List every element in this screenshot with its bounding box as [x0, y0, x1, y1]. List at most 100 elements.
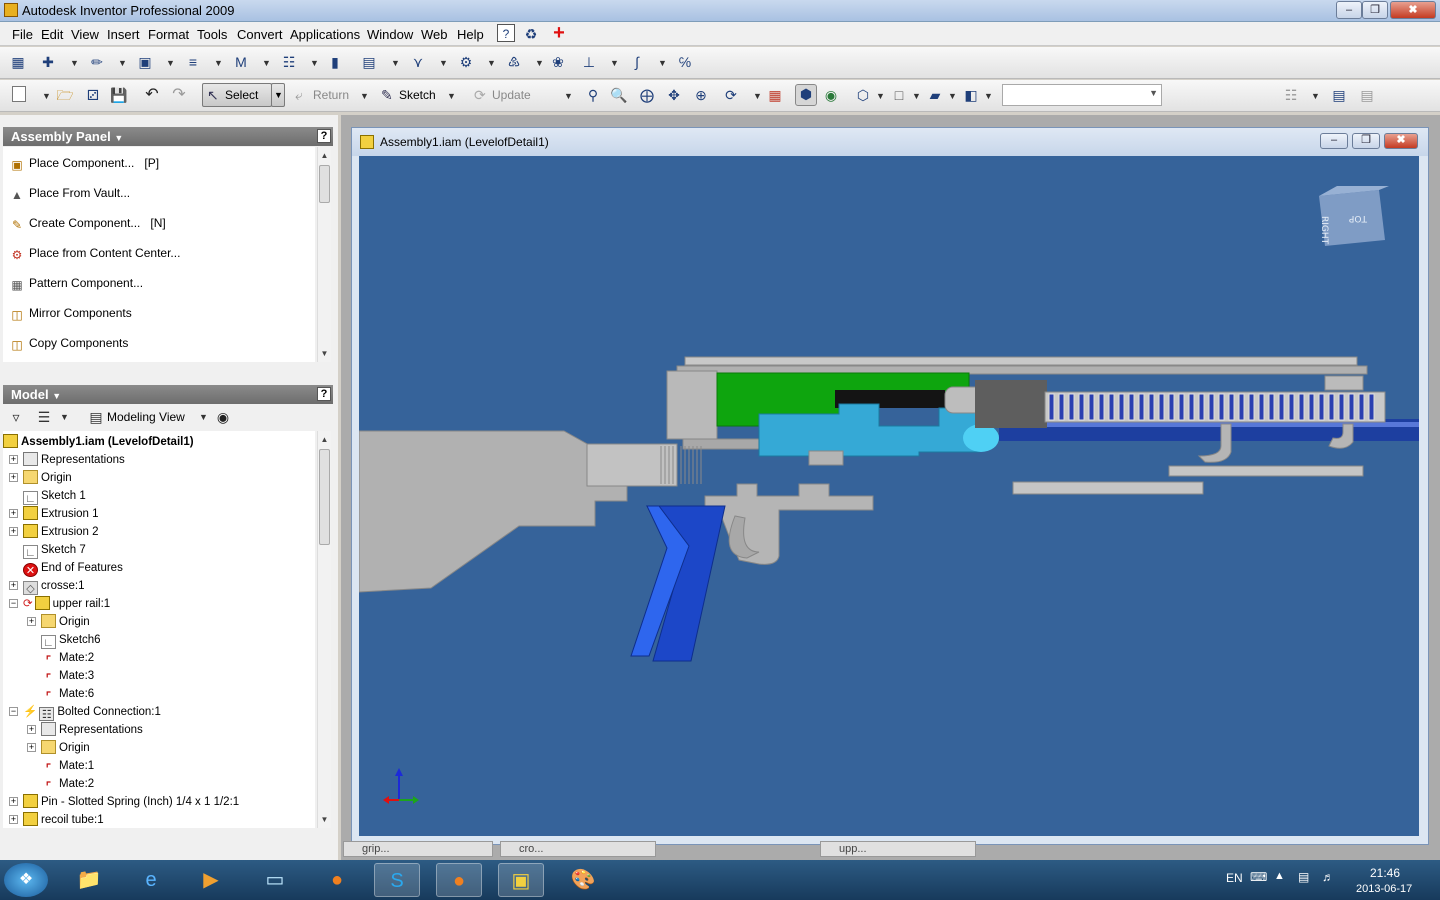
open-file-icon[interactable]: 🗁	[56, 86, 74, 104]
replace-component-icon[interactable]: ▣	[136, 53, 154, 71]
place-from-vault-item[interactable]: ▲ Place From Vault...	[9, 184, 130, 202]
return-button[interactable]: ⤶ Return	[290, 83, 360, 107]
help-icon[interactable]: ?	[317, 129, 331, 143]
filter-icon[interactable]: ▿	[7, 408, 25, 426]
scroll-up-icon[interactable]: ▲	[318, 433, 331, 446]
pan-icon[interactable]: ✥	[665, 86, 683, 104]
media-player-icon[interactable]: ▶	[188, 863, 234, 897]
doc-maximize-button[interactable]: ❐	[1352, 133, 1380, 149]
paint-icon[interactable]: 🎨	[560, 863, 606, 897]
dropdown-arrow-icon[interactable]: ▼	[118, 58, 127, 68]
place-constraint-icon[interactable]: ▦	[9, 53, 27, 71]
dropdown-arrow-icon[interactable]: ▼	[360, 91, 369, 101]
tree-row[interactable]: +⌜Mate:3	[27, 667, 94, 685]
tree-row[interactable]: +✕End of Features	[9, 559, 123, 577]
tree-row[interactable]: + Origin	[27, 739, 90, 757]
menu-help[interactable]: Help	[457, 27, 484, 42]
model-tree-scrollbar[interactable]: ▲ ▼	[317, 431, 331, 828]
analyze-interference-icon[interactable]: ≡	[184, 53, 202, 71]
maximize-button[interactable]: ❐	[1362, 1, 1388, 19]
inventor-taskbar-icon[interactable]: ▣	[498, 863, 544, 897]
red-cross-icon[interactable]: +	[550, 23, 568, 43]
spring-icon[interactable]: ❀	[549, 53, 567, 71]
tray-arrow-icon[interactable]: ▲	[1274, 870, 1285, 882]
clock-time[interactable]: 21:46	[1370, 866, 1400, 880]
network-icon[interactable]: ▤	[1298, 870, 1309, 884]
dropdown-arrow-icon[interactable]: ▼	[166, 58, 175, 68]
dropdown-arrow-icon[interactable]: ▼	[487, 58, 496, 68]
dropdown-arrow-icon[interactable]: ▼	[439, 58, 448, 68]
scroll-down-icon[interactable]: ▼	[318, 347, 331, 360]
bolted-connection-icon[interactable]: ☷	[280, 53, 298, 71]
menu-view[interactable]: View	[71, 27, 99, 42]
tree-row[interactable]: − ⚡ ☷ Bolted Connection:1	[9, 703, 161, 721]
tree-row[interactable]: +∟Sketch6	[27, 631, 101, 649]
assembly-panel-scrollbar[interactable]: ▲ ▼	[317, 147, 331, 362]
tree-row[interactable]: + ◇ crosse:1	[9, 577, 84, 595]
tree-row[interactable]: +⌜Mate:1	[27, 757, 94, 775]
new-file-icon[interactable]	[12, 86, 26, 102]
tree-row[interactable]: +∟Sketch 1	[9, 487, 86, 505]
dropdown-arrow-icon[interactable]: ▼	[658, 58, 667, 68]
tree-row[interactable]: + recoil tube:1	[9, 811, 104, 828]
zoom-icon[interactable]: ⨁	[638, 86, 656, 104]
dropdown-arrow-icon[interactable]: ▼	[262, 58, 271, 68]
place-content-center-item[interactable]: ⚙ Place from Content Center...	[9, 244, 181, 262]
assembly-panel-header[interactable]: Assembly Panel ▼ ?	[3, 127, 333, 146]
tree-row[interactable]: − ⟳ upper rail:1	[9, 595, 110, 613]
graphics-viewport[interactable]: RIGHT TOP	[358, 156, 1419, 836]
zoom-all-icon[interactable]: ⚲	[584, 86, 602, 104]
appearance-combo[interactable]: ▼	[1002, 84, 1162, 106]
pattern-component-item[interactable]: ▦ Pattern Component...	[9, 274, 143, 292]
skype-icon[interactable]: S	[374, 863, 420, 897]
view-cube-icon[interactable]: ⬡	[854, 86, 872, 104]
dropdown-arrow-icon[interactable]: ▼	[984, 91, 993, 101]
zoom-selected-icon[interactable]: ⊕	[692, 86, 710, 104]
start-button-icon[interactable]: ❖	[4, 863, 48, 897]
menu-file[interactable]: File	[12, 27, 33, 42]
dropdown-arrow-icon[interactable]: ▼	[60, 412, 69, 422]
update-button[interactable]: ⟳ Update	[469, 83, 549, 107]
dropdown-arrow-icon[interactable]: ▼	[199, 412, 208, 422]
tree-row[interactable]: + Extrusion 2	[9, 523, 99, 541]
project-icon[interactable]: ♻	[522, 25, 540, 43]
menu-web[interactable]: Web	[421, 27, 448, 42]
tree-root[interactable]: Assembly1.iam (LevelofDetail1)	[3, 433, 194, 451]
minimize-button[interactable]: ‒	[1336, 1, 1362, 19]
dropdown-arrow-icon[interactable]: ▼	[447, 91, 456, 101]
menu-applications[interactable]: Applications	[290, 27, 360, 42]
dropdown-arrow-icon[interactable]: ▼	[391, 58, 400, 68]
perspective-icon[interactable]: □	[890, 86, 908, 104]
project-file-icon[interactable]: ⚂	[84, 86, 102, 104]
dropdown-arrow-icon[interactable]: ▼	[214, 58, 223, 68]
tree-row[interactable]: + Representations	[9, 451, 125, 469]
menu-tools[interactable]: Tools	[197, 27, 227, 42]
tree-row[interactable]: + Extrusion 1	[9, 505, 99, 523]
scroll-thumb[interactable]	[319, 449, 330, 545]
dropdown-arrow-icon[interactable]: ▼	[535, 58, 544, 68]
measure-icon[interactable]: ▮	[326, 53, 344, 71]
menu-convert[interactable]: Convert	[237, 27, 283, 42]
dropdown-arrow-icon[interactable]: ▼	[876, 91, 885, 101]
dropdown-arrow-icon[interactable]: ▼	[948, 91, 957, 101]
menu-format[interactable]: Format	[148, 27, 189, 42]
move-component-icon[interactable]: ✚	[39, 53, 57, 71]
dropdown-arrow-icon[interactable]: ▼	[70, 58, 79, 68]
orbit-icon[interactable]: ⟳	[722, 86, 740, 104]
zoom-window-icon[interactable]: 🔍	[610, 86, 628, 104]
redo-icon[interactable]: ↷	[170, 86, 188, 104]
dropdown-arrow-icon[interactable]: ▼	[753, 91, 762, 101]
model-panel-header[interactable]: Model ▼ ?	[3, 385, 333, 404]
select-button[interactable]: ↖ Select	[202, 83, 272, 107]
tree-row[interactable]: + Pin - Slotted Spring (Inch) 1/4 x 1 1/2…	[9, 793, 239, 811]
menu-insert[interactable]: Insert	[107, 27, 140, 42]
scroll-thumb[interactable]	[319, 165, 330, 203]
frame-generator-icon[interactable]: ▤	[360, 53, 378, 71]
tree-view-icon[interactable]: ☰	[35, 408, 53, 426]
doc-close-button[interactable]: ✖	[1384, 133, 1418, 149]
doc-tab-crosse[interactable]: cro...	[500, 841, 656, 857]
dropdown-arrow-icon[interactable]: ▼	[564, 91, 573, 101]
dropdown-arrow-icon[interactable]: ▼	[610, 58, 619, 68]
look-at-icon[interactable]: ▦	[766, 86, 784, 104]
place-component-item[interactable]: ▣ Place Component... [P]	[9, 154, 159, 172]
